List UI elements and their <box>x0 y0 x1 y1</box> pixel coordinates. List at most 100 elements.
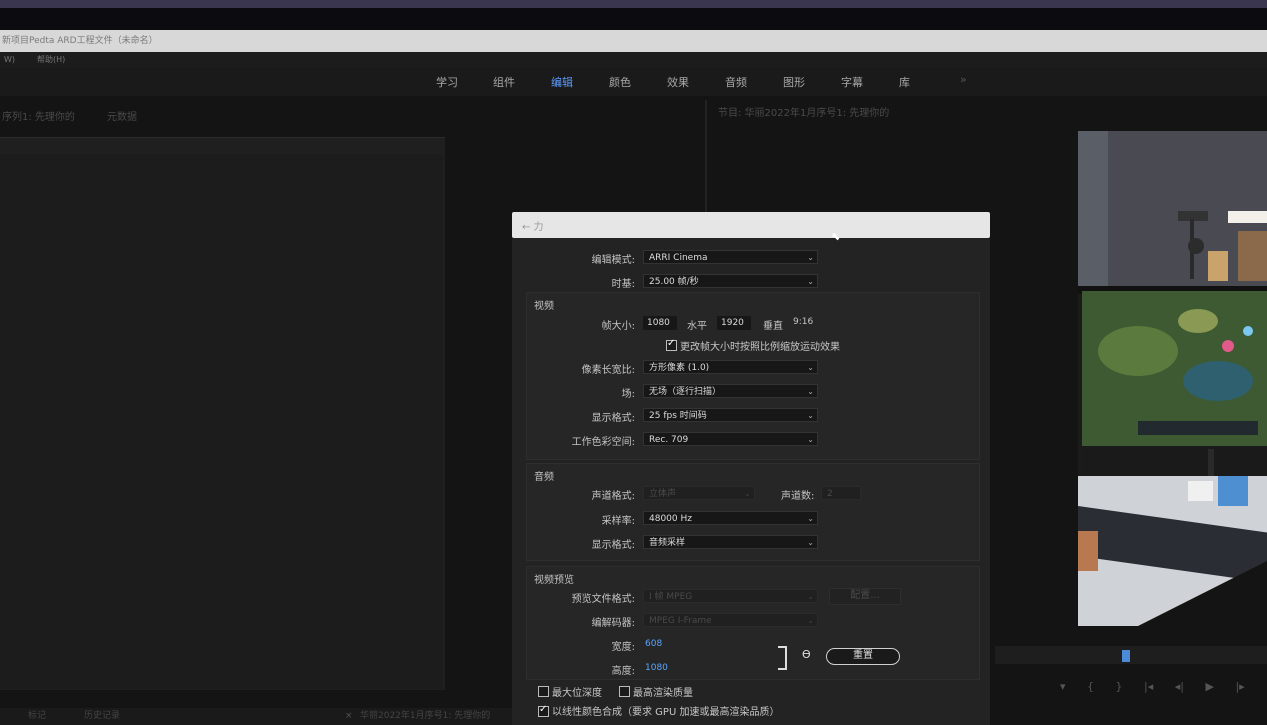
field-value: 无场（逐行扫描） <box>649 387 722 397</box>
chevron-down-icon: ⌄ <box>744 489 751 498</box>
menu-item-window[interactable]: W) <box>4 55 15 64</box>
display-format-label: 显示格式: <box>591 413 635 424</box>
horizontal-label: 水平 <box>687 321 707 332</box>
audio-section-title: 音频 <box>534 472 554 483</box>
workspace-bar: 学习 组件 编辑 颜色 效果 音频 图形 字幕 库 » <box>0 68 1267 96</box>
pixel-aspect-label: 像素长宽比: <box>581 365 635 376</box>
chevron-down-icon: ⌄ <box>807 277 814 286</box>
link-bracket <box>778 646 787 670</box>
preview-format-label: 预览文件格式: <box>571 594 635 605</box>
go-to-in-icon[interactable]: |◂ <box>1144 680 1153 693</box>
field-select[interactable]: 无场（逐行扫描） ⌄ <box>643 384 818 398</box>
configure-button[interactable]: 配置... <box>829 588 901 605</box>
playhead-handle[interactable] <box>1122 650 1130 662</box>
channel-count-input[interactable]: 2 <box>821 486 861 500</box>
max-render-quality-checkbox[interactable] <box>619 686 630 697</box>
edit-mode-select[interactable]: ARRI Cinema ⌄ <box>643 250 818 264</box>
dialog-title-bar[interactable] <box>512 212 990 238</box>
edit-mode-label: 编辑模式: <box>591 255 635 266</box>
max-bit-depth-checkbox[interactable] <box>538 686 549 697</box>
step-forward-icon[interactable]: |▸ <box>1235 680 1244 693</box>
frame-width-input[interactable]: 1080 <box>643 316 677 330</box>
height-input[interactable]: 1080 <box>645 663 668 673</box>
mouse-pointer-icon: ⬉ <box>831 230 841 243</box>
scale-motion-checkbox[interactable] <box>666 338 677 351</box>
top-tab-strip <box>0 0 1267 8</box>
video-preview-section-title: 视频预览 <box>534 575 574 586</box>
channel-format-select[interactable]: 立体声 ⌄ <box>643 486 755 500</box>
chevron-down-icon: ⌄ <box>807 514 814 523</box>
codec-value: MPEG I-Frame <box>649 616 712 626</box>
preview-format-value: I 帧 MPEG <box>649 592 693 602</box>
max-render-quality-label: 最高渲染质量 <box>633 688 693 699</box>
transport-controls: ▾ { } |◂ ◂| ▶ |▸ <box>1060 680 1267 696</box>
mark-in-icon[interactable]: { <box>1087 680 1094 693</box>
chevron-down-icon: ⌄ <box>807 592 814 601</box>
height-label: 高度: <box>611 666 635 677</box>
tab-assembly[interactable]: 组件 <box>493 74 515 90</box>
tab-captions[interactable]: 字幕 <box>841 74 863 90</box>
codec-label: 编解码器: <box>591 618 635 629</box>
chevron-down-icon: ⌄ <box>807 387 814 396</box>
tab-learn[interactable]: 学习 <box>436 74 458 90</box>
play-icon[interactable]: ▶ <box>1206 680 1214 693</box>
tab-sequence[interactable]: 华丽2022年1月序号1: 先理你的 <box>360 708 490 725</box>
timebase-label: 时基: <box>611 279 635 290</box>
program-monitor-title[interactable]: 节目: 华丽2022年1月序号1: 先理你的 <box>718 104 889 119</box>
aspect-ratio-value: 9:16 <box>793 317 814 327</box>
dialog-title: ← 力 <box>522 222 544 233</box>
codec-select[interactable]: MPEG I-Frame ⌄ <box>643 613 818 627</box>
tab-history[interactable]: 历史记录 <box>84 708 120 725</box>
program-timeline-ruler[interactable] <box>995 646 1267 664</box>
tab-markers[interactable]: 标记 <box>28 708 46 725</box>
window-title: 新项目Pedta ARD工程文件（未命名） <box>0 30 1267 52</box>
scale-motion-label: 更改帧大小时按照比例缩放运动效果 <box>680 342 840 353</box>
tab-editing[interactable]: 编辑 <box>551 74 573 90</box>
tab-effects[interactable]: 效果 <box>667 74 689 90</box>
close-tab-icon[interactable]: × <box>345 708 353 725</box>
reset-button[interactable]: 重置 <box>826 648 900 665</box>
chain-link-icon[interactable]: ϴ <box>802 648 811 661</box>
linear-color-checkbox[interactable] <box>538 704 549 717</box>
width-input[interactable]: 608 <box>645 639 662 649</box>
display-format-value: 25 fps 时间码 <box>649 411 707 421</box>
menu-item-help[interactable]: 帮助(H) <box>37 55 65 64</box>
more-workspaces-icon[interactable]: » <box>960 73 967 86</box>
chevron-down-icon: ⌄ <box>807 435 814 444</box>
max-bit-depth-label: 最大位深度 <box>552 688 602 699</box>
channel-format-label: 声道格式: <box>591 491 635 502</box>
timebase-select[interactable]: 25.00 帧/秒 ⌄ <box>643 274 818 288</box>
menu-bar: W) 帮助(H) <box>0 52 1267 68</box>
sample-rate-label: 采样率: <box>601 516 635 527</box>
timebase-value: 25.00 帧/秒 <box>649 277 699 287</box>
tab-source[interactable]: 序列1: 先理你的 <box>2 108 75 123</box>
tab-metadata[interactable]: 元数据 <box>107 108 137 123</box>
tab-audio[interactable]: 音频 <box>725 74 747 90</box>
mark-out-icon[interactable]: } <box>1116 680 1123 693</box>
bottom-panel-tabs: 标记 历史记录 × 华丽2022年1月序号1: 先理你的 <box>0 708 520 725</box>
program-monitor-preview <box>1078 131 1267 626</box>
pixel-aspect-value: 方形像素 (1.0) <box>649 363 710 373</box>
tab-graphics[interactable]: 图形 <box>783 74 805 90</box>
pixel-aspect-select[interactable]: 方形像素 (1.0) ⌄ <box>643 360 818 374</box>
chevron-down-icon: ⌄ <box>807 616 814 625</box>
frame-height-input[interactable]: 1920 <box>717 316 751 330</box>
step-back-icon[interactable]: ◂| <box>1175 680 1184 693</box>
color-space-label: 工作色彩空间: <box>571 437 635 448</box>
channel-count-label: 声道数: <box>781 491 815 502</box>
edit-mode-value: ARRI Cinema <box>649 253 708 263</box>
tab-color[interactable]: 颜色 <box>609 74 631 90</box>
channel-format-value: 立体声 <box>649 489 677 499</box>
sample-rate-value: 48000 Hz <box>649 514 692 524</box>
chevron-down-icon: ⌄ <box>807 538 814 547</box>
linear-color-label: 以线性颜色合成（要求 GPU 加速或最高渲染品质） <box>552 707 780 718</box>
chevron-down-icon: ⌄ <box>807 363 814 372</box>
preview-format-select[interactable]: I 帧 MPEG ⌄ <box>643 589 818 603</box>
display-format-select[interactable]: 25 fps 时间码 ⌄ <box>643 408 818 422</box>
color-space-select[interactable]: Rec. 709 ⌄ <box>643 432 818 446</box>
tab-libraries[interactable]: 库 <box>899 74 910 90</box>
sample-rate-select[interactable]: 48000 Hz ⌄ <box>643 511 818 525</box>
preview-image <box>1078 131 1267 626</box>
add-marker-icon[interactable]: ▾ <box>1060 680 1066 693</box>
audio-display-select[interactable]: 音频采样 ⌄ <box>643 535 818 549</box>
